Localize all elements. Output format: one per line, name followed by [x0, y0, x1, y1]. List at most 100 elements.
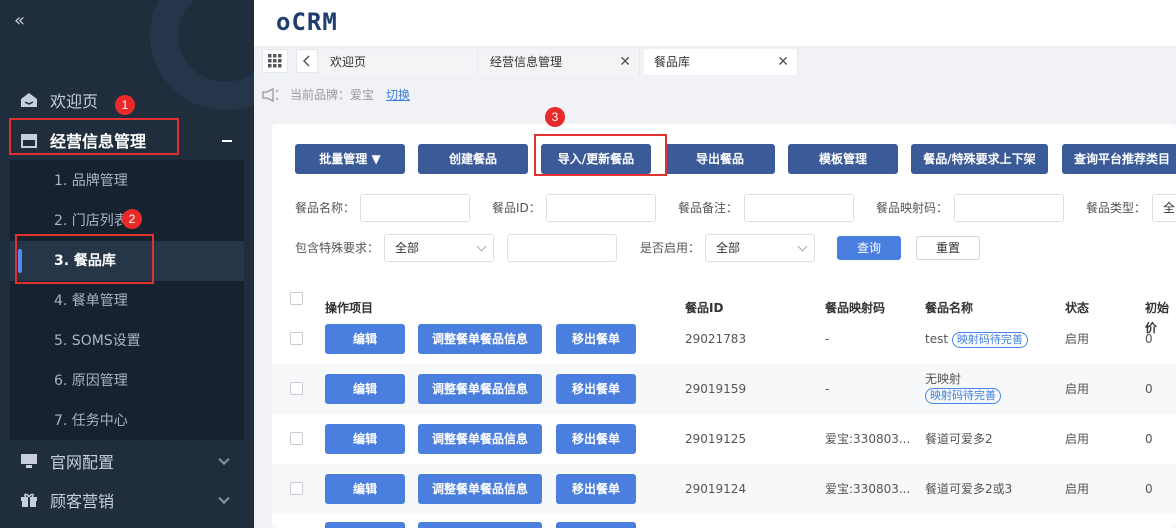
- sidebar-item-customer-marketing[interactable]: 顾客营销: [0, 486, 254, 514]
- status: 启用: [1065, 432, 1090, 446]
- main-area: oCRM 欢迎页 经营信息管理 ✕ 餐品库 ✕ 当前品牌：爱宝 切换 批量管理 …: [254, 0, 1176, 528]
- item-name: 餐道可爱多2或3: [925, 482, 1013, 496]
- status: 启用: [1065, 332, 1090, 346]
- switch-brand-link[interactable]: 切换: [386, 86, 410, 103]
- reset-button[interactable]: 重置: [916, 236, 980, 260]
- select-all-checkbox[interactable]: [290, 292, 303, 305]
- edit-button[interactable]: 编辑: [325, 324, 405, 354]
- edit-button[interactable]: 编辑: [325, 374, 405, 404]
- edit-button[interactable]: 编辑: [325, 474, 405, 504]
- tab-label: 经营信息管理: [490, 55, 563, 69]
- tab-business-info[interactable]: 经营信息管理 ✕: [480, 49, 640, 75]
- item-id-label: 餐品ID：: [492, 201, 541, 215]
- enabled-select[interactable]: 全部: [705, 234, 815, 262]
- query-category-button[interactable]: 查询平台推荐类目: [1062, 144, 1176, 174]
- row-checkbox[interactable]: [290, 382, 303, 395]
- store-icon: [21, 134, 37, 148]
- sidebar: « 欢迎页 经营信息管理 1. 品牌管理 2. 门店列表 3. 餐品库 4. 餐…: [0, 0, 254, 528]
- item-note-label: 餐品备注：: [678, 201, 739, 215]
- special-request-label: 包含特殊要求：: [295, 241, 380, 255]
- row-checkbox[interactable]: [290, 332, 303, 345]
- import-update-button[interactable]: 导入/更新餐品: [541, 144, 651, 174]
- submenu-item-menu-management[interactable]: 4. 餐单管理: [10, 281, 244, 321]
- gift-icon: [21, 493, 37, 507]
- remove-from-menu-button[interactable]: 移出餐单: [556, 324, 636, 354]
- collapse-minus-icon[interactable]: [222, 140, 232, 142]
- submenu-item-menu-library[interactable]: 3. 餐品库: [10, 241, 244, 281]
- submenu-item-brand[interactable]: 1. 品牌管理: [10, 161, 244, 201]
- remove-from-menu-button[interactable]: [556, 522, 636, 528]
- item-name-text: 无映射: [925, 372, 962, 386]
- row-checkbox[interactable]: [290, 432, 303, 445]
- edit-button[interactable]: 编辑: [325, 424, 405, 454]
- special-request-input[interactable]: [507, 234, 617, 262]
- row-checkbox[interactable]: [290, 482, 303, 495]
- close-icon[interactable]: ✕: [619, 49, 631, 75]
- adjust-menu-item-button[interactable]: 调整餐单餐品信息: [418, 324, 542, 354]
- sidebar-item-label: 欢迎页: [50, 92, 99, 111]
- sidebar-item-business-info[interactable]: 经营信息管理: [0, 126, 254, 154]
- tab-menu-library[interactable]: 餐品库 ✕: [644, 49, 798, 75]
- batch-manage-button[interactable]: 批量管理 ▼: [295, 144, 405, 174]
- export-items-button[interactable]: 导出餐品: [665, 144, 775, 174]
- item-id: 29019125: [685, 432, 747, 446]
- status: 启用: [1065, 482, 1090, 496]
- chevron-down-icon: [476, 241, 487, 252]
- top-header: oCRM: [254, 0, 1176, 46]
- item-id: 29019124: [685, 482, 747, 496]
- chevron-left-icon[interactable]: [296, 49, 318, 73]
- grid-icon[interactable]: [262, 49, 288, 73]
- query-button[interactable]: 查询: [837, 236, 901, 260]
- item-note-input[interactable]: [744, 194, 854, 222]
- double-chevron-left-icon[interactable]: «: [14, 10, 25, 31]
- item-map-code-input[interactable]: [954, 194, 1064, 222]
- create-item-button[interactable]: 创建餐品: [418, 144, 528, 174]
- adjust-menu-item-button[interactable]: [418, 522, 542, 528]
- monitor-icon: [21, 454, 37, 468]
- sidebar-item-website-config[interactable]: 官网配置: [0, 447, 254, 475]
- table-row: 编辑 调整餐单餐品信息 移出餐单 29019125 爱宝:330803... 餐…: [272, 414, 1176, 464]
- item-type-select[interactable]: 全: [1152, 194, 1176, 222]
- initial-price: 0: [1145, 482, 1153, 496]
- remove-from-menu-button[interactable]: 移出餐单: [556, 374, 636, 404]
- item-name-input[interactable]: [360, 194, 470, 222]
- tab-label: 欢迎页: [330, 55, 367, 69]
- remove-from-menu-button[interactable]: 移出餐单: [556, 474, 636, 504]
- speaker-icon: [262, 87, 279, 102]
- adjust-menu-item-button[interactable]: 调整餐单餐品信息: [418, 374, 542, 404]
- close-icon[interactable]: ✕: [777, 49, 789, 75]
- tab-welcome[interactable]: 欢迎页: [320, 49, 478, 75]
- item-name: 餐道可爱多2: [925, 432, 993, 446]
- content-card: 批量管理 ▼ 创建餐品 导入/更新餐品 导出餐品 模板管理 餐品/特殊要求上下架…: [272, 124, 1176, 528]
- select-value: 全部: [716, 241, 741, 255]
- step-badge-2: 2: [122, 209, 142, 229]
- status: 启用: [1065, 382, 1090, 396]
- item-name-text: test: [925, 332, 949, 346]
- submenu-item-soms-settings[interactable]: 5. SOMS设置: [10, 321, 244, 361]
- template-manage-button[interactable]: 模板管理: [788, 144, 898, 174]
- remove-from-menu-button[interactable]: 移出餐单: [556, 424, 636, 454]
- step-badge-1: 1: [115, 95, 135, 115]
- item-id: 29021783: [685, 332, 747, 346]
- chevron-down-icon: [218, 492, 230, 505]
- map-code: 爱宝:330803...: [825, 482, 911, 496]
- map-pending-tag: 映射码待完善: [925, 388, 1001, 404]
- submenu-item-tasks[interactable]: 7. 任务中心: [10, 401, 244, 441]
- special-request-select[interactable]: 全部: [384, 234, 494, 262]
- shelf-toggle-button[interactable]: 餐品/特殊要求上下架: [911, 144, 1048, 174]
- submenu-item-reasons[interactable]: 6. 原因管理: [10, 361, 244, 401]
- table-row: 编辑 调整餐单餐品信息 移出餐单 29019124 爱宝:330803... 餐…: [272, 464, 1176, 514]
- app-logo: oCRM: [276, 8, 338, 36]
- chevron-down-icon: [218, 453, 230, 466]
- adjust-menu-item-button[interactable]: 调整餐单餐品信息: [418, 424, 542, 454]
- map-pending-tag: 映射码待完善: [951, 332, 1028, 348]
- item-name: test 映射码待完善: [925, 331, 1028, 348]
- enabled-label: 是否启用：: [640, 241, 701, 255]
- adjust-menu-item-button[interactable]: 调整餐单餐品信息: [418, 474, 542, 504]
- edit-button[interactable]: [325, 522, 405, 528]
- sidebar-item-label: 官网配置: [50, 453, 115, 472]
- table-row: 编辑 调整餐单餐品信息 移出餐单 29019159 - 无映射 映射码待完善 启用…: [272, 364, 1176, 414]
- item-id-input[interactable]: [546, 194, 656, 222]
- current-brand-label: 当前品牌：爱宝: [290, 88, 375, 102]
- table-row: 编辑 调整餐单餐品信息 移出餐单 29021783 - test 映射码待完善 …: [272, 314, 1176, 364]
